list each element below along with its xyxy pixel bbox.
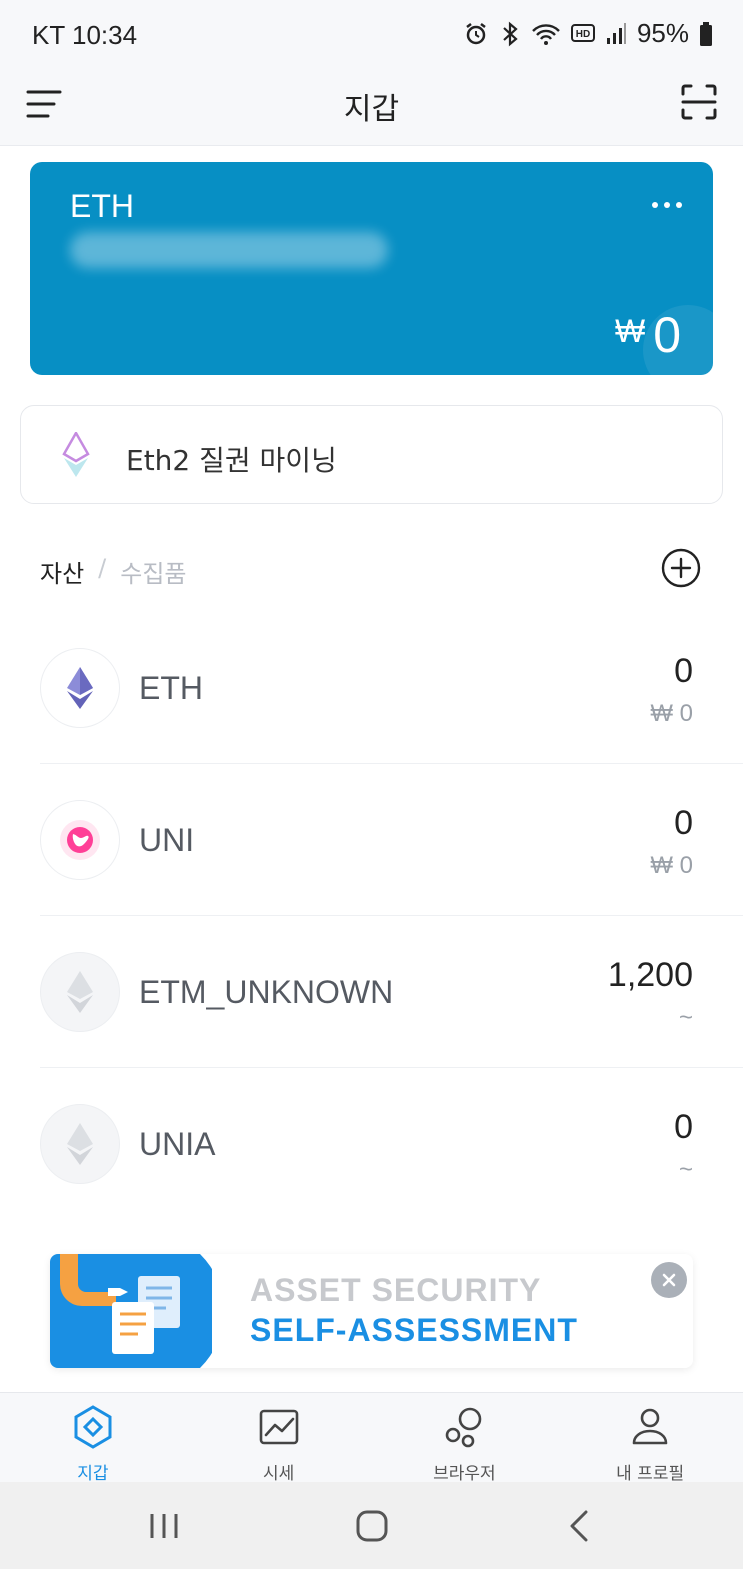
system-navigation-bar <box>0 1482 743 1569</box>
hd-icon: HD <box>570 23 595 42</box>
currency-symbol: ₩ <box>614 313 646 349</box>
asset-amount: 0 <box>674 652 693 690</box>
signal-icon <box>606 22 626 44</box>
tab-assets[interactable]: 자산 <box>40 554 84 589</box>
asset-row-eth[interactable]: ETH 0 ₩ 0 <box>40 612 743 764</box>
nav-profile[interactable]: 내 프로필 <box>557 1393 743 1484</box>
tab-collectibles[interactable]: 수집품 <box>120 554 186 589</box>
asset-row-etm-unknown[interactable]: ETM_UNKNOWN 1,200 ~ <box>40 916 743 1068</box>
svg-text:HD: HD <box>576 29 590 40</box>
generic-token-icon <box>40 1104 120 1184</box>
browser-icon <box>446 1407 482 1448</box>
asset-name: UNIA <box>139 1126 216 1162</box>
asset-amount: 1,200 <box>607 956 693 994</box>
nav-label: 내 프로필 <box>616 1464 685 1484</box>
more-icon[interactable] <box>647 190 687 220</box>
promo-title-line1: ASSET SECURITY <box>250 1272 542 1308</box>
asset-fiat-value: ~ <box>678 1156 693 1183</box>
tab-separator: / <box>98 554 107 582</box>
asset-amount: 0 <box>674 804 693 842</box>
bottom-navigation: 지갑 시세 브라우저 내 프로필 <box>0 1392 743 1484</box>
page-title: 지갑 <box>343 92 400 127</box>
wallet-address-blurred <box>70 232 388 268</box>
nav-label: 브라우저 <box>433 1464 496 1484</box>
asset-fiat-value: ₩ 0 <box>650 700 693 727</box>
card-coin-name: ETH <box>70 188 134 224</box>
uni-icon <box>40 800 120 880</box>
add-asset-icon[interactable] <box>661 548 701 588</box>
home-icon[interactable] <box>350 1504 394 1548</box>
close-icon <box>662 1273 676 1287</box>
eth2-icon <box>62 432 90 477</box>
asset-row-uni[interactable]: UNI 0 ₩ 0 <box>40 764 743 916</box>
asset-amount: 0 <box>674 1108 693 1146</box>
nav-label: 지갑 <box>77 1464 109 1484</box>
app-header: 지갑 <box>0 70 743 146</box>
status-bar: KT 10:34 HD 95% <box>0 0 743 70</box>
generic-token-icon <box>40 952 120 1032</box>
asset-name: ETM_UNKNOWN <box>139 974 394 1010</box>
security-promo-banner[interactable]: ASSET SECURITY SELF-ASSESSMENT <box>50 1254 693 1368</box>
nav-browser[interactable]: 브라우저 <box>372 1393 558 1484</box>
bluetooth-icon <box>503 21 518 46</box>
nav-label: 시세 <box>262 1464 295 1484</box>
carrier-time: KT 10:34 <box>32 20 138 50</box>
promo-title-line2: SELF-ASSESSMENT <box>250 1312 578 1348</box>
nav-wallet[interactable]: 지갑 <box>0 1393 186 1484</box>
back-icon[interactable] <box>558 1504 602 1548</box>
security-assessment-illustration <box>50 1254 212 1368</box>
alarm-icon <box>466 22 486 44</box>
wallet-icon <box>74 1405 112 1449</box>
card-balance: ₩0 <box>615 306 681 364</box>
close-banner-button[interactable] <box>651 1262 687 1298</box>
asset-name: ETH <box>139 670 203 706</box>
profile-icon <box>632 1408 668 1445</box>
staking-label: Eth2 질권 마이닝 <box>126 444 337 477</box>
asset-fiat-value: ₩ 0 <box>650 852 693 879</box>
battery-icon <box>700 21 712 46</box>
asset-tabs: 자산 / 수집품 <box>40 554 187 589</box>
eth2-staking-banner[interactable]: Eth2 질권 마이닝 <box>20 405 723 504</box>
wifi-icon <box>532 23 560 45</box>
recent-apps-icon[interactable] <box>142 1504 186 1548</box>
nav-market[interactable]: 시세 <box>186 1393 372 1484</box>
battery-percent: 95% <box>636 18 689 48</box>
asset-row-unia[interactable]: UNIA 0 ~ <box>40 1068 743 1220</box>
market-chart-icon <box>259 1409 298 1445</box>
status-icons: HD 95% <box>463 18 713 49</box>
asset-fiat-value: ~ <box>678 1004 693 1031</box>
balance-value: 0 <box>653 307 681 363</box>
eth-icon <box>40 648 120 728</box>
asset-name: UNI <box>139 822 195 858</box>
scan-icon[interactable] <box>679 82 719 122</box>
wallet-card[interactable]: ETH ₩0 <box>30 162 713 375</box>
